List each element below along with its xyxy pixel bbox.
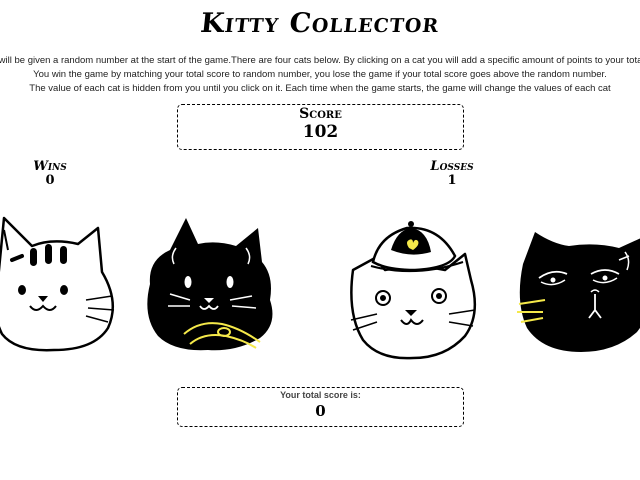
- instruction-line: You will be given a random number at the…: [0, 55, 640, 66]
- grumpy-cat-icon: [517, 232, 640, 352]
- score-label: Score: [299, 106, 342, 122]
- instruction-line: You win the game by matching your total …: [33, 69, 607, 80]
- cat-button-2[interactable]: [140, 212, 280, 360]
- cap-cat-icon: [350, 221, 477, 360]
- total-score-value: 0: [315, 402, 326, 420]
- cat-button-3[interactable]: [345, 218, 483, 364]
- wins-label: Wins: [33, 159, 67, 174]
- instructions: You will be given a random number at the…: [0, 54, 640, 96]
- losses-value: 1: [447, 173, 457, 188]
- instruction-line: The value of each cat is hidden from you…: [29, 83, 611, 94]
- losses-label: Losses: [430, 159, 474, 174]
- cat-button-4[interactable]: [515, 224, 640, 354]
- page-title: Kitty Collector: [198, 8, 442, 39]
- score-value: 102: [302, 122, 339, 142]
- black-cat-icon: [147, 218, 273, 351]
- random-score-panel: Score 102: [177, 104, 464, 150]
- total-score-panel: Your total score is: 0: [177, 387, 464, 427]
- wins-value: 0: [45, 173, 55, 188]
- cat-button-1[interactable]: [0, 210, 120, 360]
- white-cat-icon: [0, 216, 115, 352]
- wins-counter: Wins 0: [28, 159, 72, 188]
- losses-counter: Losses 1: [424, 159, 480, 188]
- total-score-label: Your total score is:: [280, 390, 361, 400]
